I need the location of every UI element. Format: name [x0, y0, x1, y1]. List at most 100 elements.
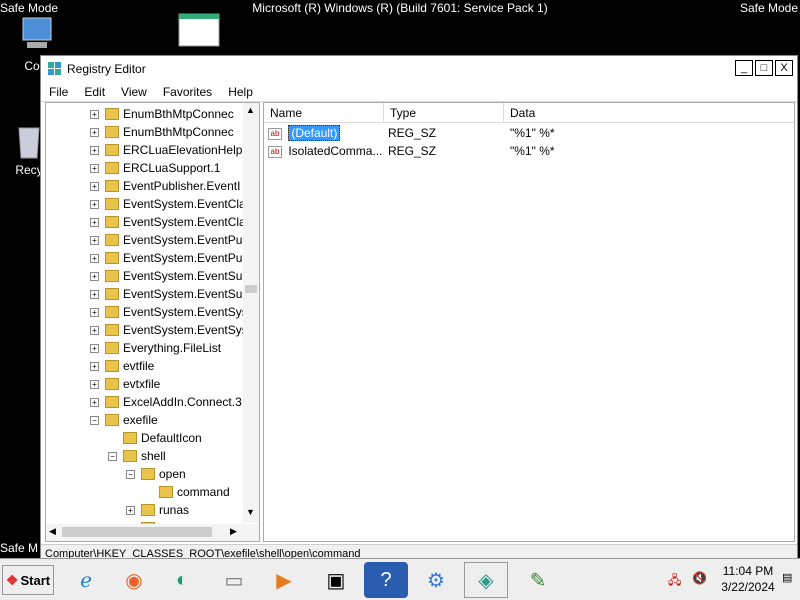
column-header-name[interactable]: Name	[264, 103, 384, 123]
shortcut-desktop-icon[interactable]	[176, 12, 222, 51]
tree-node[interactable]: DefaultIcon	[108, 429, 202, 447]
expand-icon[interactable]: +	[90, 271, 99, 281]
maximize-button[interactable]: □	[755, 60, 773, 76]
scroll-up-icon[interactable]: ▲	[246, 105, 255, 115]
scroll-left-icon[interactable]: ◀	[49, 526, 56, 537]
notepad-icon[interactable]: ✎	[516, 562, 560, 598]
tree-node[interactable]: + evtfile	[90, 357, 154, 375]
tree-node-label: EventSystem.EventCla	[123, 197, 246, 211]
tree-node[interactable]: + EventSystem.EventCla	[90, 213, 246, 231]
tree-node[interactable]: + evtxfile	[90, 375, 160, 393]
media-icon[interactable]: ▶	[262, 562, 306, 598]
tree-node[interactable]: + ERCLuaElevationHelp	[90, 141, 242, 159]
value-type: REG_SZ	[388, 144, 437, 158]
tree-node-label: open	[159, 467, 186, 481]
expand-icon[interactable]: +	[90, 199, 99, 209]
expand-icon[interactable]: +	[90, 289, 99, 299]
build-info: Microsoft (R) Windows (R) (Build 7601: S…	[252, 1, 548, 15]
scroll-down-icon[interactable]: ▼	[246, 507, 255, 517]
expand-icon[interactable]: +	[90, 109, 99, 119]
menu-help[interactable]: Help	[220, 85, 261, 99]
tree-node[interactable]: + EventSystem.EventSu	[90, 285, 242, 303]
collapse-icon[interactable]: −	[108, 451, 117, 461]
folder-icon	[141, 504, 155, 516]
help-icon[interactable]: ?	[364, 562, 408, 598]
tree-node-label: ExcelAddIn.Connect.3	[123, 395, 242, 409]
title-bar[interactable]: Registry Editor _ □ X	[41, 56, 797, 82]
expand-icon[interactable]: +	[90, 163, 99, 173]
folder-icon	[105, 360, 119, 372]
table-row[interactable]: ab IsolatedComma... REG_SZ "%1" %*	[268, 142, 788, 160]
tree-node[interactable]: + Everything.FileList	[90, 339, 221, 357]
tree-node[interactable]: − exefile	[90, 411, 158, 429]
safe-mode-label-right: Safe Mode	[739, 1, 798, 15]
cmd-icon[interactable]: ▣	[314, 562, 358, 598]
start-button[interactable]: ❖ Start	[2, 565, 54, 595]
tree-node[interactable]: + EventSystem.EventPu	[90, 249, 242, 267]
menu-favorites[interactable]: Favorites	[155, 85, 220, 99]
tree-node[interactable]: + runas	[126, 501, 189, 519]
edge-icon[interactable]: ◐	[160, 562, 204, 598]
tree-node-label: EventSystem.EventSys	[123, 323, 248, 337]
volume-icon[interactable]: 🔇	[692, 571, 707, 585]
expand-icon[interactable]: +	[90, 379, 99, 389]
expand-icon[interactable]: +	[90, 307, 99, 317]
ie-icon[interactable]: ℯ	[64, 562, 108, 598]
tree-node[interactable]: + EventSystem.EventCla	[90, 195, 246, 213]
expand-icon[interactable]: +	[90, 235, 99, 245]
minimize-button[interactable]: _	[735, 60, 753, 76]
menu-view[interactable]: View	[113, 85, 155, 99]
safe-mode-label-bottom: Safe M	[0, 541, 39, 555]
registry-tree[interactable]: + EnumBthMtpConnec + EnumBthMtpConnec + ERCLu…	[45, 102, 260, 542]
drive-icon[interactable]: ▭	[212, 562, 256, 598]
folder-icon	[105, 234, 119, 246]
show-desktop-icon[interactable]: ▤	[782, 571, 792, 584]
expand-icon[interactable]: +	[90, 145, 99, 155]
tree-node[interactable]: + ExcelAddIn.Connect.3	[90, 393, 242, 411]
tree-node[interactable]: − open	[126, 465, 186, 483]
hscroll-thumb[interactable]	[62, 527, 212, 537]
tree-node[interactable]: + EnumBthMtpConnec	[90, 105, 234, 123]
tree-node[interactable]: + ERCLuaSupport.1	[90, 159, 220, 177]
regedit-icon[interactable]: ◈	[464, 562, 508, 598]
expand-icon[interactable]: +	[90, 253, 99, 263]
tree-node[interactable]: + EventSystem.EventSys	[90, 303, 248, 321]
network-icon[interactable]: 🖧	[668, 571, 681, 592]
values-list[interactable]: Name Type Data ab (Default) REG_SZ "%1" …	[263, 102, 795, 542]
tree-horizontal-scrollbar[interactable]: ◀ ▶	[46, 524, 259, 541]
tree-node[interactable]: + EventSystem.EventSys	[90, 321, 248, 339]
clock[interactable]: 11:04 PM 3/22/2024	[718, 563, 778, 595]
tree-node[interactable]: + EnumBthMtpConnec	[90, 123, 234, 141]
tree-vertical-scrollbar[interactable]: ▲ ▼	[243, 103, 259, 523]
expand-icon[interactable]: +	[90, 127, 99, 137]
scroll-right-icon[interactable]: ▶	[230, 526, 237, 537]
column-header-type[interactable]: Type	[384, 103, 504, 123]
folder-icon	[123, 450, 137, 462]
tree-node[interactable]: + EventSystem.EventSu	[90, 267, 242, 285]
close-button[interactable]: X	[775, 60, 793, 76]
expand-icon[interactable]: +	[90, 325, 99, 335]
expand-icon[interactable]: +	[90, 397, 99, 407]
collapse-icon[interactable]: −	[90, 415, 99, 425]
scroll-thumb[interactable]	[245, 285, 257, 293]
firefox-icon[interactable]: ◉	[112, 562, 156, 598]
expand-icon[interactable]: +	[90, 181, 99, 191]
folder-icon	[141, 468, 155, 480]
tree-node-label: EventSystem.EventSu	[123, 269, 243, 283]
control-panel-icon[interactable]: ⚙	[414, 562, 458, 598]
table-row[interactable]: ab (Default) REG_SZ "%1" %*	[268, 124, 788, 142]
tree-node[interactable]: + EventSystem.EventPu	[90, 231, 242, 249]
collapse-icon[interactable]: −	[126, 469, 135, 479]
menu-edit[interactable]: Edit	[76, 85, 113, 99]
column-header-data[interactable]: Data	[504, 103, 794, 123]
expand-icon[interactable]: +	[126, 505, 135, 515]
expand-icon[interactable]: +	[90, 343, 99, 353]
menu-file[interactable]: File	[41, 85, 76, 99]
expand-icon[interactable]: +	[90, 217, 99, 227]
tree-node[interactable]: − shell	[108, 447, 166, 465]
folder-icon	[159, 486, 173, 498]
tree-node[interactable]: + EventPublisher.EventI	[90, 177, 240, 195]
folder-icon	[105, 162, 119, 174]
tree-node[interactable]: command	[144, 483, 230, 501]
expand-icon[interactable]: +	[90, 361, 99, 371]
